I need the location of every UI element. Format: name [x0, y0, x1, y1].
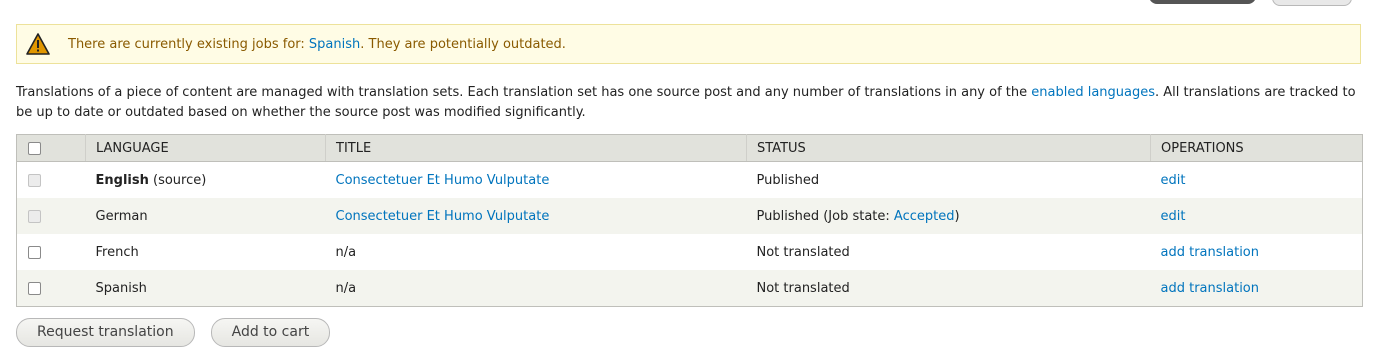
status-cell: Published (Job state: Accepted) — [746, 198, 1151, 234]
table-row: German Consectetuer Et Humo Vulputate Pu… — [16, 198, 1363, 234]
title-link[interactable]: Consectetuer Et Humo Vulputate — [336, 173, 550, 188]
row-checkbox-spanish[interactable] — [28, 281, 41, 295]
source-note: (source) — [148, 172, 207, 188]
status-header: STATUS — [746, 134, 1151, 162]
row-checkbox-german — [28, 209, 41, 223]
language-cell: German — [85, 198, 326, 234]
form-actions: Request translation Add to cart — [16, 318, 331, 347]
table-row: English (source) Consectetuer Et Humo Vu… — [16, 161, 1363, 198]
warning-prefix: There are currently existing jobs for: — [68, 36, 309, 52]
language-cell: Spanish — [85, 270, 326, 307]
operations-header: OPERATIONS — [1150, 134, 1363, 162]
title-cell: n/a — [325, 234, 747, 270]
edit-link[interactable]: edit — [1161, 173, 1186, 188]
table-row: Spanish n/a Not translated add translati… — [16, 270, 1363, 307]
language-header: LANGUAGE — [85, 134, 326, 162]
status-cell: Not translated — [746, 270, 1151, 307]
job-state-link[interactable]: Accepted — [894, 209, 955, 224]
status-suffix: ) — [954, 208, 960, 224]
request-translation-button[interactable]: Request translation — [16, 318, 195, 347]
row-checkbox-french[interactable] — [28, 245, 41, 259]
top-action-button-dark[interactable] — [1149, 0, 1256, 4]
status-cell: Published — [746, 161, 1151, 198]
table-row: French n/a Not translated add translatio… — [16, 234, 1363, 270]
select-all-header — [16, 134, 86, 162]
warning-suffix: . They are potentially outdated. — [360, 36, 566, 52]
title-cell: n/a — [325, 270, 747, 307]
row-checkbox-english — [28, 173, 41, 187]
warning-message: There are currently existing jobs for: S… — [68, 37, 566, 52]
translation-description: Translations of a piece of content are m… — [16, 83, 1366, 123]
language-name: English — [95, 172, 149, 188]
status-prefix: Published (Job state: — [756, 208, 894, 224]
warning-language-link[interactable]: Spanish — [309, 37, 360, 52]
select-all-checkbox[interactable] — [28, 141, 41, 155]
add-translation-link[interactable]: add translation — [1161, 281, 1260, 296]
table-header-row: LANGUAGE TITLE STATUS OPERATIONS — [16, 134, 1363, 162]
add-translation-link[interactable]: add translation — [1161, 245, 1260, 260]
description-text-1: Translations of a piece of content are m… — [16, 85, 1032, 100]
language-cell: French — [85, 234, 326, 270]
title-link[interactable]: Consectetuer Et Humo Vulputate — [336, 209, 550, 224]
add-to-cart-button[interactable]: Add to cart — [210, 318, 331, 347]
warning-icon — [26, 33, 50, 55]
title-header: TITLE — [325, 134, 747, 162]
enabled-languages-link[interactable]: enabled languages — [1031, 85, 1155, 100]
language-cell: English (source) — [85, 161, 326, 198]
edit-link[interactable]: edit — [1161, 209, 1186, 224]
translations-table: LANGUAGE TITLE STATUS OPERATIONS English… — [16, 134, 1363, 307]
outdated-jobs-warning: There are currently existing jobs for: S… — [16, 24, 1361, 64]
status-cell: Not translated — [746, 234, 1151, 270]
top-action-button-light[interactable] — [1272, 0, 1352, 6]
